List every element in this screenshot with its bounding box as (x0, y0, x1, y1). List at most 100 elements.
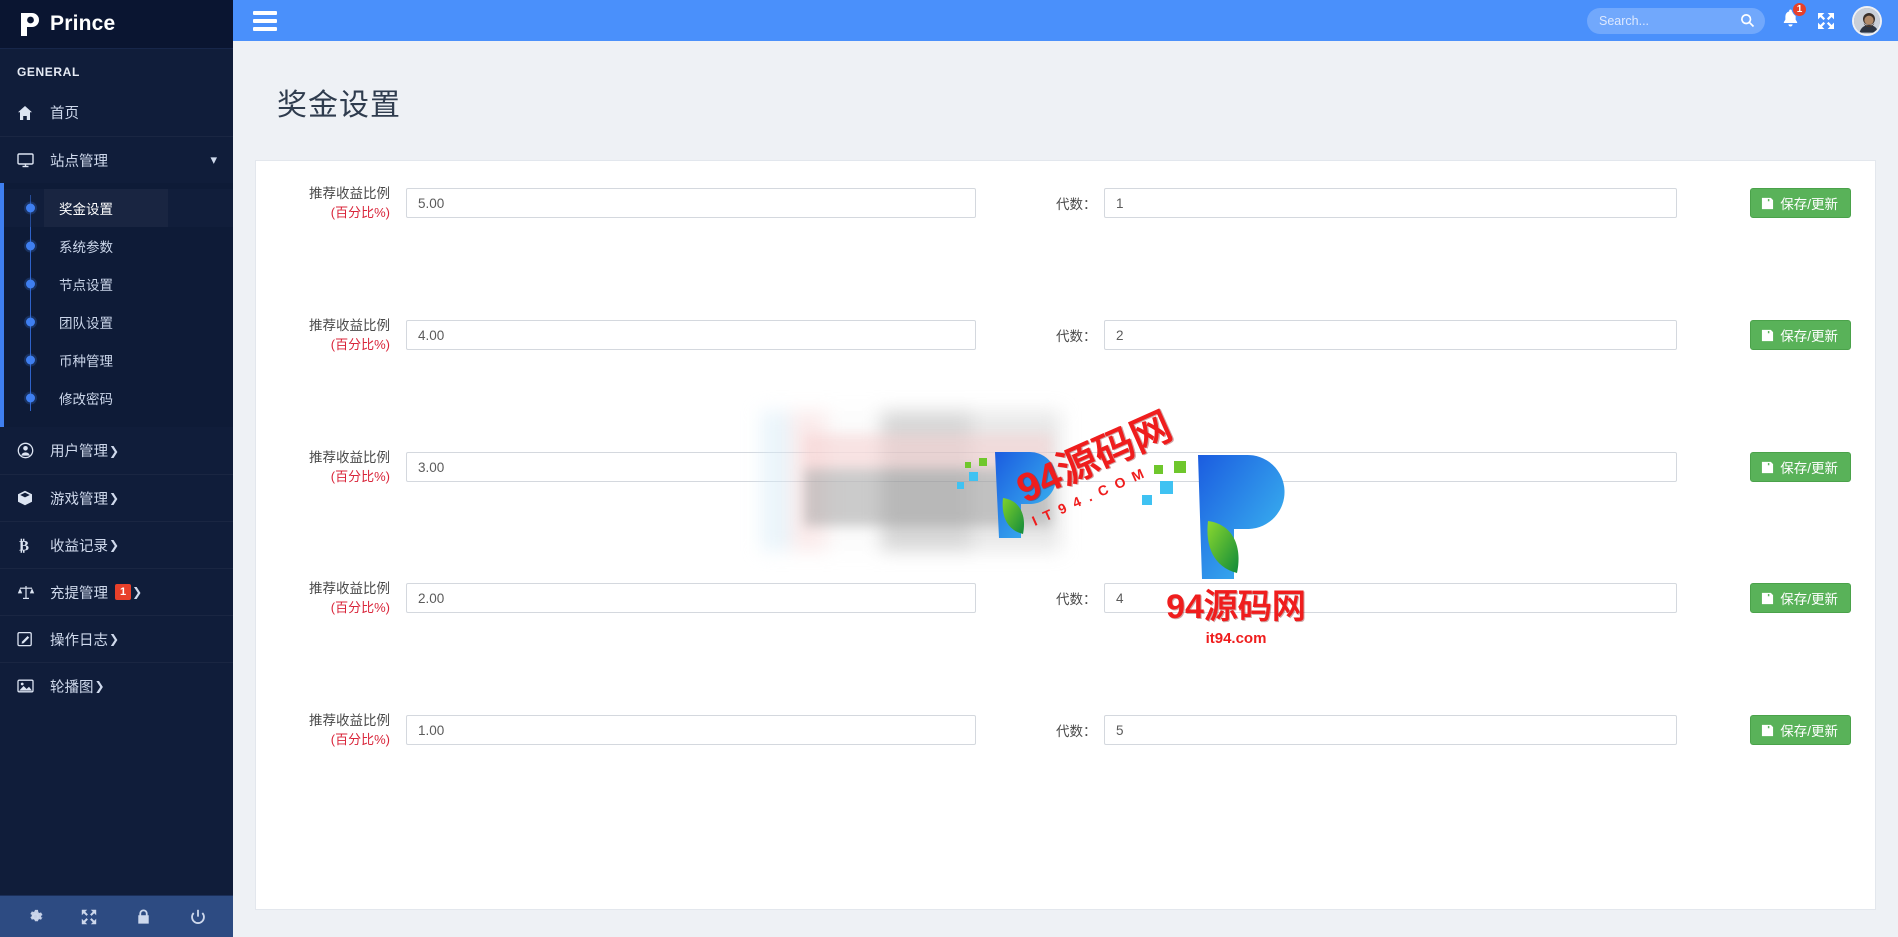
sidebar-subitem-system-params[interactable]: 系统参数 (4, 227, 233, 265)
generation-input[interactable] (1104, 320, 1677, 351)
sidebar-item-carousel[interactable]: 轮播图 ❯ (0, 662, 233, 709)
sidebar-subitem-team-settings[interactable]: 团队设置 (4, 303, 233, 341)
sidebar-submenu-site-management: 奖金设置 系统参数 节点设置 团队设置 币种管理 修改密码 (0, 183, 233, 427)
save-button-cell: 保存/更新 (1750, 452, 1851, 483)
sidebar-item-game-management[interactable]: 游戏管理 ❯ (0, 474, 233, 521)
sidebar-footer (0, 895, 233, 937)
save-button[interactable]: 保存/更新 (1750, 452, 1851, 483)
generation-input[interactable] (1104, 715, 1677, 746)
power-icon[interactable] (182, 901, 214, 933)
sidebar-section-label: GENERAL (17, 65, 80, 79)
sidebar-item-site-management[interactable]: 站点管理 ▾ (0, 136, 233, 183)
sidebar-item-operation-log[interactable]: 操作日志 ❯ (0, 615, 233, 662)
user-circle-icon (17, 442, 41, 459)
percent-input[interactable] (406, 452, 1677, 483)
home-icon (17, 105, 41, 121)
percent-label: 推荐收益比例 (百分比%) (284, 580, 406, 616)
main-area: 1 (233, 0, 1898, 937)
scales-icon (17, 584, 41, 600)
sidebar-item-label: 游戏管理 (50, 491, 108, 508)
sidebar-item-home[interactable]: 首页 (0, 89, 233, 136)
brand-header[interactable]: Prince (0, 0, 233, 49)
percent-input[interactable] (406, 320, 976, 351)
chevron-right-icon: ❯ (109, 632, 120, 646)
percent-label-main: 推荐收益比例 (309, 450, 390, 466)
generation-input[interactable] (1104, 583, 1677, 614)
save-button-label: 保存/更新 (1780, 724, 1838, 740)
sidebar-item-label: 轮播图 (50, 679, 94, 696)
percent-label: 推荐收益比例 (百分比%) (284, 185, 406, 221)
sidebar-nav: GENERAL 首页 站点管理 ▾ 奖金设置 系统参数 节点设置 团队设置 币种… (0, 49, 233, 895)
bonus-row-1: 推荐收益比例 (百分比%) 代数： (256, 181, 1875, 225)
sidebar-subitem-label: 节点设置 (59, 278, 113, 293)
sidebar-item-label: 站点管理 (50, 153, 108, 170)
chevron-right-icon: ❯ (94, 679, 105, 693)
sidebar-item-label: 操作日志 (50, 632, 108, 649)
save-button[interactable]: 保存/更新 (1750, 583, 1851, 614)
floppy-save-icon (1761, 592, 1774, 605)
sidebar-subitem-node-settings[interactable]: 节点设置 (4, 265, 233, 303)
percent-label-sub: (百分比%) (330, 468, 390, 484)
save-button-cell: 保存/更新 (1750, 320, 1851, 351)
sidebar-subitem-label: 奖金设置 (59, 202, 113, 217)
generation-label: 代数： (1056, 197, 1097, 213)
search-input[interactable] (1597, 12, 1740, 29)
avatar[interactable] (1852, 5, 1882, 36)
percent-label-sub: (百分比%) (330, 336, 390, 352)
sidebar-item-label: 充提管理 (50, 585, 108, 602)
bullet-dot-icon (26, 203, 35, 213)
percent-label-main: 推荐收益比例 (309, 713, 390, 729)
floppy-save-icon (1761, 197, 1774, 210)
bullet-dot-icon (26, 393, 35, 403)
sidebar: Prince GENERAL 首页 站点管理 ▾ 奖金设置 系统参数 节点设置 … (0, 0, 233, 937)
save-button-label: 保存/更新 (1780, 461, 1838, 477)
save-button[interactable]: 保存/更新 (1750, 715, 1851, 746)
search-box[interactable] (1587, 7, 1765, 34)
generation-label: 代数： (1056, 592, 1097, 608)
percent-label-sub: (百分比%) (330, 599, 390, 615)
save-button-cell: 保存/更新 (1750, 583, 1851, 614)
sidebar-subitem-currency-management[interactable]: 币种管理 (4, 341, 233, 379)
sidebar-subitem-label: 团队设置 (59, 316, 113, 331)
generation-input[interactable] (1104, 188, 1677, 219)
bonus-row-4: 推荐收益比例 (百分比%) 代数： (256, 576, 1875, 620)
save-button[interactable]: 保存/更新 (1750, 188, 1851, 219)
gear-icon[interactable] (19, 901, 51, 933)
percent-label: 推荐收益比例 (百分比%) (284, 712, 406, 748)
sidebar-item-user-management[interactable]: 用户管理 ❯ (0, 427, 233, 474)
save-button-cell: 保存/更新 (1750, 715, 1851, 746)
notification-bell[interactable]: 1 (1781, 2, 1807, 33)
sidebar-subitem-bonus-settings[interactable]: 奖金设置 (4, 189, 233, 227)
expand-arrows-icon[interactable] (1816, 11, 1836, 31)
hamburger-icon[interactable] (248, 6, 282, 36)
sidebar-subitem-change-password[interactable]: 修改密码 (4, 379, 233, 417)
cube-icon (17, 490, 41, 506)
sidebar-subitem-label: 修改密码 (59, 392, 113, 407)
percent-label-main: 推荐收益比例 (309, 318, 390, 334)
percent-input[interactable] (406, 583, 976, 614)
row-spacer (256, 620, 1875, 708)
bullet-dot-icon (26, 317, 35, 327)
percent-input[interactable] (406, 715, 976, 746)
bitcoin-icon: ₿ (17, 537, 41, 554)
percent-input[interactable] (406, 188, 976, 219)
chevron-down-icon: ▾ (210, 152, 217, 167)
sidebar-item-earnings-records[interactable]: ₿ 收益记录 ❯ (0, 521, 233, 568)
save-button[interactable]: 保存/更新 (1750, 320, 1851, 351)
bullet-dot-icon (26, 241, 35, 251)
fullscreen-icon[interactable] (73, 901, 105, 933)
chevron-right-icon: ❯ (109, 491, 120, 505)
lock-icon[interactable] (128, 901, 160, 933)
sidebar-item-label: 收益记录 (50, 538, 108, 555)
edit-square-icon (17, 631, 41, 647)
floppy-save-icon (1761, 329, 1774, 342)
bonus-row-3: 推荐收益比例 (百分比%) 保存/更新 (256, 445, 1875, 489)
app-root: Prince GENERAL 首页 站点管理 ▾ 奖金设置 系统参数 节点设置 … (0, 0, 1898, 937)
bonus-settings-panel: 推荐收益比例 (百分比%) 代数： (255, 160, 1876, 911)
bonus-row-2: 推荐收益比例 (百分比%) 代数： (256, 313, 1875, 357)
chevron-right-icon: ❯ (132, 585, 143, 599)
sidebar-item-deposit-withdraw[interactable]: 充提管理 1 ❯ (0, 568, 233, 615)
row-spacer (256, 357, 1875, 445)
user-avatar-image (1854, 7, 1880, 34)
search-icon[interactable] (1740, 13, 1755, 28)
